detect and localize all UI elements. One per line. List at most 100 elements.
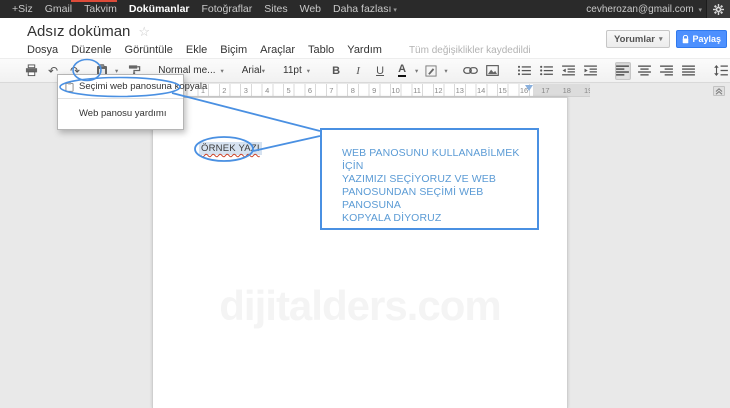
topbar-item-gmail[interactable]: Gmail	[39, 3, 78, 15]
ruler-number: 3	[244, 86, 248, 95]
numbered-list-icon	[518, 65, 531, 76]
menu-file[interactable]: Dosya	[27, 44, 58, 56]
more-label: Daha fazlası	[333, 3, 391, 15]
settings-button[interactable]	[706, 0, 730, 18]
document-page[interactable]: ÖRNEK YAZI WEB PANOSUNU KULLANABİLMEK İÇ…	[152, 97, 568, 408]
align-justify-icon	[682, 65, 695, 76]
chevron-down-icon: ▾	[659, 35, 663, 43]
highlight-color-button[interactable]	[423, 62, 439, 80]
watermark: dijitalders.com	[153, 282, 567, 330]
ruler-number: 5	[287, 86, 291, 95]
ruler-number: 2	[222, 86, 226, 95]
chevron-down-icon: ▾	[307, 67, 310, 75]
align-right-button[interactable]	[659, 62, 675, 80]
align-left-icon	[616, 65, 629, 76]
document-title[interactable]: Adsız doküman	[27, 23, 130, 40]
printer-icon	[25, 64, 38, 77]
text-color-icon: A	[398, 64, 406, 77]
menu-help[interactable]: Yardım	[347, 44, 382, 56]
menu-insert[interactable]: Ekle	[186, 44, 207, 56]
document-canvas: 1 12345678910111213141516171819 ÖRNEK YA…	[0, 83, 730, 408]
selected-document-text[interactable]: ÖRNEK YAZI	[199, 142, 262, 155]
hide-controls-button[interactable]	[713, 86, 725, 96]
account-email[interactable]: cevherozan@gmail.com ▾	[586, 4, 706, 15]
topbar-item-web[interactable]: Web	[294, 3, 327, 15]
ruler-number: 7	[329, 86, 333, 95]
bulleted-list-icon	[540, 65, 553, 76]
menu-format[interactable]: Biçim	[220, 44, 247, 56]
ruler-number: 10	[391, 86, 399, 95]
highlight-color-icon	[425, 65, 437, 77]
comments-button[interactable]: Yorumlar▾	[606, 30, 671, 48]
menu-item-label: Seçimi web panosuna kopyala	[79, 81, 207, 92]
ruler[interactable]: 1 12345678910111213141516171819	[148, 84, 590, 97]
menu-separator	[58, 98, 183, 99]
insert-link-button[interactable]	[463, 62, 479, 80]
ruler-number: 12	[434, 86, 442, 95]
text-color-button[interactable]: A	[394, 62, 410, 80]
right-indent-marker[interactable]	[525, 85, 533, 91]
chevron-down-icon: ▾	[393, 7, 397, 14]
topbar-item-more[interactable]: Daha fazlası▾	[327, 3, 403, 15]
bulleted-list-button[interactable]	[539, 62, 555, 80]
topbar-item-sites[interactable]: Sites	[258, 3, 293, 15]
ruler-number: 19	[584, 86, 590, 95]
link-icon	[463, 66, 478, 75]
line-spacing-icon	[714, 65, 728, 76]
ruler-number: 15	[498, 86, 506, 95]
font-family-dropdown[interactable]: Arial▾	[242, 65, 267, 76]
italic-button[interactable]: I	[350, 62, 366, 80]
bold-button[interactable]: B	[328, 62, 344, 80]
star-icon[interactable]: ☆	[138, 24, 150, 40]
align-center-icon	[638, 65, 651, 76]
menu-edit[interactable]: Düzenle	[71, 44, 111, 56]
ruler-number: 17	[541, 86, 549, 95]
annotation-callout-box: WEB PANOSUNU KULLANABİLMEK İÇİN YAZIMIZI…	[320, 128, 539, 230]
menu-bar: Dosya Düzenle Görüntüle Ekle Biçim Araçl…	[27, 44, 531, 56]
menu-item-web-clipboard-help[interactable]: Web panosu yardımı	[58, 105, 183, 123]
align-right-icon	[660, 65, 673, 76]
text-color-caret[interactable]: ▾	[415, 67, 418, 75]
ruler-number: 13	[456, 86, 464, 95]
topbar-account-area: cevherozan@gmail.com ▾	[586, 0, 730, 18]
ruler-number: 11	[413, 86, 421, 95]
web-clipboard-menu: Seçimi web panosuna kopyala Web panosu y…	[57, 74, 184, 130]
menu-tools[interactable]: Araçlar	[260, 44, 295, 56]
numbered-list-button[interactable]	[517, 62, 533, 80]
chevron-down-icon: ▾	[262, 67, 265, 75]
ruler-number: 18	[563, 86, 571, 95]
line-spacing-button[interactable]	[713, 62, 729, 80]
topbar-item-calendar[interactable]: Takvim	[78, 3, 123, 15]
menu-view[interactable]: Görüntüle	[125, 44, 173, 56]
document-header: Adsız doküman ☆ Dosya Düzenle Görüntüle …	[0, 18, 730, 58]
topbar-item-photos[interactable]: Fotoğraflar	[196, 3, 259, 15]
chevron-up-icon	[715, 88, 723, 95]
highlight-color-caret[interactable]: ▾	[444, 67, 447, 75]
topbar-item-documents[interactable]: Dokümanlar	[123, 3, 196, 15]
align-left-button[interactable]	[615, 62, 631, 80]
ruler-number: 6	[308, 86, 312, 95]
ruler-number: 9	[372, 86, 376, 95]
share-button[interactable]: Paylaş	[676, 30, 727, 48]
chevron-down-icon: ▾	[698, 7, 702, 14]
annotation-callout-text: WEB PANOSUNU KULLANABİLMEK İÇİN YAZIMIZI…	[342, 147, 532, 225]
print-button[interactable]	[23, 62, 39, 80]
menu-item-label: Web panosu yardımı	[79, 108, 166, 119]
font-size-dropdown[interactable]: 11pt▾	[283, 65, 312, 76]
gear-icon	[713, 4, 724, 15]
outdent-icon	[562, 65, 575, 76]
ruler-number: 14	[477, 86, 485, 95]
insert-image-button[interactable]	[485, 62, 501, 80]
google-topbar: +Siz Gmail Takvim Dokümanlar Fotoğraflar…	[0, 0, 730, 18]
active-service-indicator	[71, 0, 117, 2]
topbar-item-plus-you[interactable]: +Siz	[6, 3, 39, 15]
clipboard-icon	[65, 82, 74, 92]
menu-item-copy-to-web-clipboard[interactable]: Seçimi web panosuna kopyala	[58, 78, 183, 96]
align-center-button[interactable]	[637, 62, 653, 80]
ruler-number: 8	[351, 86, 355, 95]
outdent-button[interactable]	[561, 62, 577, 80]
align-justify-button[interactable]	[681, 62, 697, 80]
underline-button[interactable]: U	[372, 62, 388, 80]
indent-button[interactable]	[583, 62, 599, 80]
menu-table[interactable]: Tablo	[308, 44, 334, 56]
